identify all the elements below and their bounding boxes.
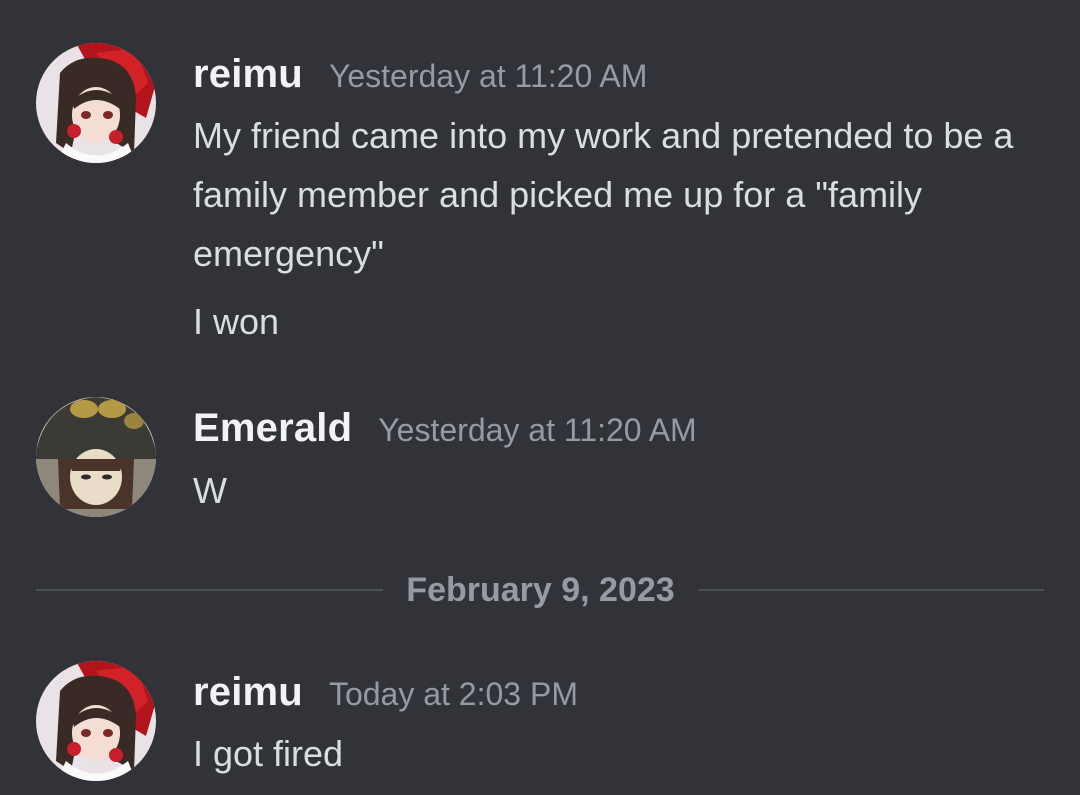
message-header: reimu Yesterday at 11:20 AM [193,52,647,97]
reimu-avatar-icon[interactable] [36,43,156,163]
username[interactable]: Emerald [193,406,352,451]
divider-line-left [36,589,383,591]
divider-date: February 9, 2023 [406,571,675,609]
timestamp[interactable]: Today at 2:03 PM [329,676,578,713]
message-content: My friend came into my work and pretende… [193,106,1053,351]
timestamp[interactable]: Yesterday at 11:20 AM [329,58,647,95]
message-text: W [193,470,227,511]
message-text: I won [193,301,280,342]
message-header: Emerald Yesterday at 11:20 AM [193,406,697,451]
emerald-avatar-icon[interactable] [36,397,156,517]
timestamp[interactable]: Yesterday at 11:20 AM [378,412,696,449]
chat-message-list: reimu Yesterday at 11:20 AM My friend ca… [0,0,1080,795]
username[interactable]: reimu [193,670,303,715]
message-text: My friend came into my work and pretende… [193,115,1014,274]
date-divider: February 9, 2023 [36,568,1044,612]
divider-line-right [698,589,1044,591]
reimu-avatar-icon[interactable] [36,661,156,781]
message-content: I got fired [193,724,1053,783]
message-content: W [193,461,1053,520]
username[interactable]: reimu [193,52,303,97]
message-text: I got fired [193,733,344,774]
message-header: reimu Today at 2:03 PM [193,670,578,715]
